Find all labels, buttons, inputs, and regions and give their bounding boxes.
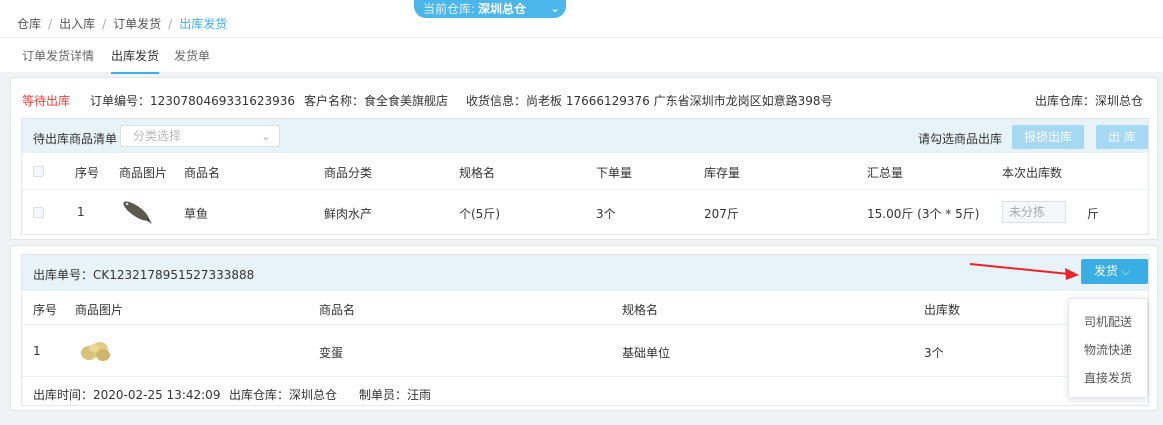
pending-items-title: 待出库商品清单 (33, 132, 118, 146)
row-index: 1 (33, 344, 41, 358)
fish-image (123, 201, 152, 224)
row-total: 15.00斤 (3个 * 5斤) (867, 207, 980, 221)
breadcrumb-separator: / (168, 17, 173, 31)
breadcrumb-item-outbound-ship: 出库发货 (179, 17, 228, 31)
pending-table-header: 序号 商品图片 商品名 商品分类 规格名 下单量 库存量 汇总量 本次出库数 (22, 153, 1148, 189)
tab-order-ship-detail[interactable]: 订单发货详情 (22, 47, 94, 72)
shipping-info: 收货信息：尚老板 17666129376 广东省深圳市龙岗区如意路398号 (466, 94, 833, 108)
row-name: 草鱼 (184, 207, 209, 221)
col-spec: 规格名 (459, 166, 496, 180)
col-image: 商品图片 (75, 303, 124, 317)
outbound-number: 出库单号：CK1232178951527333888 (33, 268, 255, 282)
tab-outbound-ship[interactable]: 出库发货 (111, 47, 160, 74)
col-this-qty: 本次出库数 (1002, 166, 1063, 180)
egg-image (81, 342, 110, 361)
breadcrumb: 仓库 / 出入库 / 订单发货 / 出库发货 (17, 15, 227, 32)
outbound-warehouse: 出库仓库：深圳总仓 (229, 388, 338, 402)
report-loss-button[interactable]: 报损出库 (1012, 125, 1084, 149)
outbound-creator: 制单员：汪雨 (359, 388, 432, 402)
breadcrumb-separator: / (48, 17, 53, 31)
col-category: 商品分类 (324, 166, 373, 180)
row-spec: 基础单位 (622, 346, 671, 360)
tab-ship-list[interactable]: 发货单 (174, 47, 210, 72)
row-order-qty: 3个 (596, 207, 616, 221)
outbound-footer: 出库时间：2020-02-25 13:42:09 出库仓库：深圳总仓 制单员：汪… (22, 377, 1148, 406)
chevron-down-icon: ⌵ (1122, 267, 1130, 278)
warehouse-selector-label: 当前仓库: (423, 2, 476, 16)
outbound-table-header: 序号 商品图片 商品名 规格名 出库数 (22, 291, 1148, 324)
row-name: 变蛋 (319, 346, 344, 360)
row-spec: 个(5斤) (459, 207, 500, 221)
row-index: 1 (77, 205, 85, 219)
menu-item-logistics-express[interactable]: 物流快递 (1084, 341, 1132, 358)
breadcrumb-separator: / (102, 17, 107, 31)
sub-tabs: 订单发货详情 出库发货 发货单 (0, 38, 1163, 74)
col-image: 商品图片 (119, 166, 168, 180)
order-number: 订单编号：1230780469331623936 (90, 94, 296, 108)
status-badge: 等待出库 (22, 94, 71, 108)
breadcrumb-item-inout[interactable]: 出入库 (59, 15, 95, 32)
menu-item-driver-delivery[interactable]: 司机配送 (1084, 313, 1132, 330)
chevron-down-icon: ⌄ (549, 1, 560, 15)
outbound-qty-input[interactable]: 未分拣 (1002, 201, 1066, 223)
category-select[interactable]: 分类选择 ⌄ (120, 125, 280, 147)
customer-name: 客户名称：食全食美旗舰店 (304, 94, 449, 108)
warehouse-selector[interactable]: 当前仓库: 深圳总仓 ⌄ (414, 0, 566, 18)
menu-item-direct-ship[interactable]: 直接发货 (1084, 369, 1132, 386)
warehouse-selector-value: 深圳总仓 (478, 2, 527, 16)
top-bar: 仓库 / 出入库 / 订单发货 / 出库发货 当前仓库: 深圳总仓 ⌄ (0, 0, 1163, 38)
order-warehouse: 出库仓库：深圳总仓 (1035, 94, 1144, 108)
select-all-checkbox[interactable] (33, 166, 44, 177)
table-row: 1 草鱼 鲜肉水产 个(5斤) 3个 207斤 15.00斤 (3个 * 5斤)… (22, 190, 1148, 234)
col-total: 汇总量 (867, 166, 904, 180)
category-select-placeholder: 分类选择 (133, 129, 182, 143)
col-order-qty: 下单量 (596, 166, 633, 180)
col-index: 序号 (75, 166, 100, 180)
ship-method-menu: 司机配送 物流快递 直接发货 (1068, 298, 1148, 398)
row-checkbox[interactable] (33, 207, 44, 218)
outbound-time: 出库时间：2020-02-25 13:42:09 (33, 388, 221, 402)
table-row: 1 变蛋 基础单位 3个 (22, 325, 1148, 377)
annotation-arrow-icon (969, 263, 1079, 280)
ship-button-label: 发货 (1094, 264, 1119, 278)
col-name: 商品名 (184, 166, 221, 180)
col-qty: 出库数 (924, 303, 961, 317)
ship-button[interactable]: 发货 ⌵ (1081, 259, 1148, 284)
col-name: 商品名 (319, 303, 356, 317)
outbound-button[interactable]: 出 库 (1096, 125, 1148, 149)
row-unit: 斤 (1087, 207, 1100, 221)
pending-items-box: 待出库商品清单 分类选择 ⌄ 请勾选商品出库 报损出库 出 库 序号 商品图片 … (21, 118, 1149, 235)
breadcrumb-item-order-ship[interactable]: 订单发货 (113, 15, 161, 32)
row-stock: 207斤 (704, 207, 739, 221)
select-hint: 请勾选商品出库 (918, 132, 1003, 146)
col-spec: 规格名 (622, 303, 659, 317)
row-category: 鲜肉水产 (324, 207, 373, 221)
col-index: 序号 (33, 303, 58, 317)
row-qty: 3个 (924, 346, 944, 360)
col-stock: 库存量 (704, 166, 741, 180)
chevron-down-icon: ⌄ (260, 129, 271, 143)
breadcrumb-item-warehouse[interactable]: 仓库 (17, 15, 41, 32)
order-panel: 等待出库 订单编号：1230780469331623936 客户名称：食全食美旗… (10, 77, 1158, 240)
pending-items-header: 待出库商品清单 分类选择 ⌄ 请勾选商品出库 报损出库 出 库 (22, 119, 1148, 153)
